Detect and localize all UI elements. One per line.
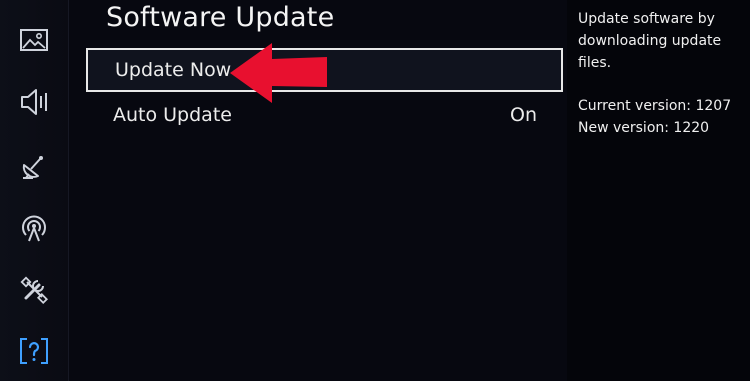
sidebar-item-system[interactable] [12,270,56,310]
tv-settings-screen: Software Update Update Now Auto Update O… [0,0,750,381]
system-tools-icon [19,275,49,305]
sidebar-item-sound[interactable] [12,82,56,122]
sidebar-item-network[interactable] [12,207,56,247]
new-version: New version: 1220 [578,120,710,136]
auto-update-value: On [510,104,537,126]
settings-sidebar [0,0,69,381]
version-info: Current version: 1207 New version: 1220 [578,95,731,139]
broadcasting-icon [19,150,49,180]
menu-item-label: Update Now [115,59,232,81]
sidebar-item-picture[interactable] [12,20,56,60]
sound-icon [18,87,50,117]
menu-item-label: Auto Update [113,104,232,126]
page-title: Software Update [106,2,335,33]
red-arrow-annotation-icon [228,42,330,108]
sidebar-item-broadcasting[interactable] [12,145,56,185]
picture-icon [19,27,49,53]
current-version: Current version: 1207 [578,98,732,114]
info-panel: Update software by downloading update fi… [567,0,750,381]
network-icon [19,211,49,243]
support-help-icon [18,336,50,366]
sidebar-item-support[interactable] [12,331,56,371]
info-description: Update software by downloading update fi… [578,11,722,71]
